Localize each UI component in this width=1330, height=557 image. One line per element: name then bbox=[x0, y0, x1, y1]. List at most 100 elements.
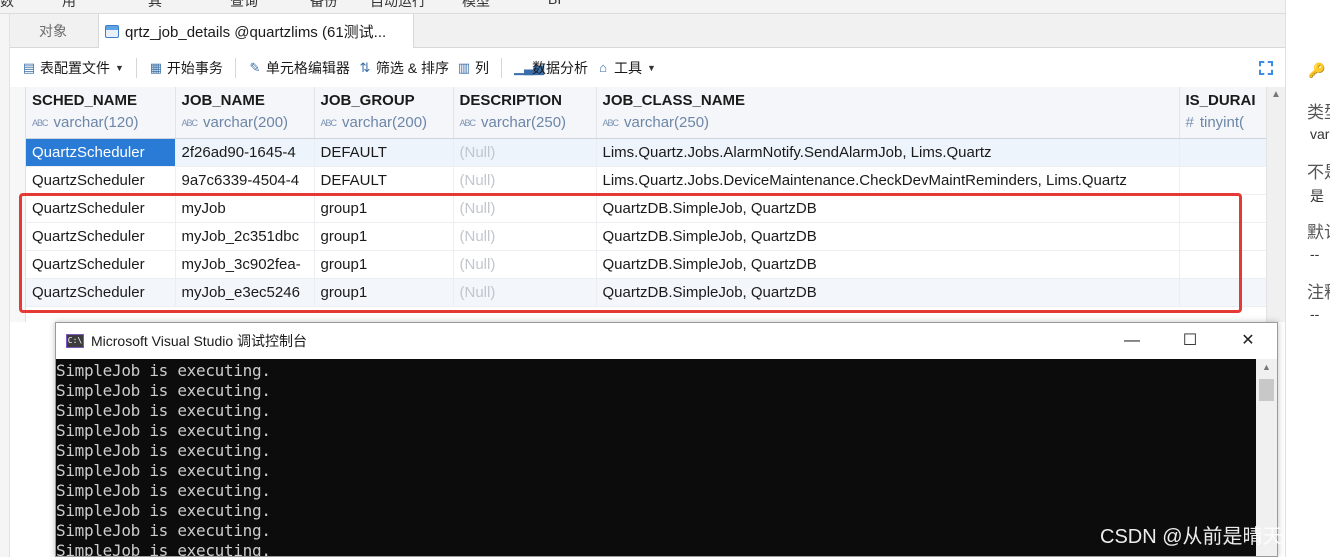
table-cell[interactable]: 2f26ad90-1645-4 bbox=[175, 138, 315, 167]
console-app-icon: C:\ bbox=[66, 334, 84, 348]
type-label: 类型 bbox=[1307, 103, 1330, 122]
menu-item[interactable]: 模型 bbox=[462, 0, 490, 11]
table-cell[interactable]: QuartzScheduler bbox=[26, 278, 176, 307]
menu-item[interactable]: 自动运行 bbox=[370, 0, 426, 11]
table-cell[interactable]: 9a7c6339-4504-4 bbox=[175, 166, 315, 195]
column-header-job-group[interactable]: JOB_GROUP ABC varchar(200) bbox=[314, 87, 454, 139]
text-type-icon: ABC bbox=[602, 118, 619, 128]
menu-item[interactable]: 其 bbox=[148, 0, 162, 11]
table-cell[interactable] bbox=[1179, 250, 1267, 279]
console-titlebar[interactable]: C:\ Microsoft Visual Studio 调试控制台 — ☐ ✕ bbox=[56, 323, 1277, 359]
not-null-label: 不是 bbox=[1307, 163, 1330, 182]
scrollbar-thumb[interactable] bbox=[1259, 379, 1274, 401]
tab-table-data[interactable]: qrtz_job_details @quartzlims (61测试... bbox=[98, 14, 414, 48]
table-cell[interactable]: Lims.Quartz.Jobs.AlarmNotify.SendAlarmJo… bbox=[596, 138, 1180, 167]
cell-editor-label: 单元格编辑器 bbox=[265, 60, 350, 76]
table-cell[interactable]: QuartzScheduler bbox=[26, 138, 176, 167]
scroll-up-arrow-icon[interactable]: ▲ bbox=[1271, 89, 1281, 100]
begin-transaction-button[interactable]: ▦ 开始事务 bbox=[145, 55, 227, 81]
table-cell[interactable]: QuartzDB.SimpleJob, QuartzDB bbox=[596, 222, 1180, 251]
menu-item[interactable]: 备份 bbox=[310, 0, 338, 11]
chevron-down-icon: ▼ bbox=[647, 63, 656, 73]
scroll-up-arrow-icon[interactable]: ▲ bbox=[1262, 362, 1271, 372]
expand-icon[interactable] bbox=[1259, 61, 1273, 75]
menu-item[interactable]: 数 bbox=[0, 0, 14, 11]
table-cell[interactable]: myJob bbox=[175, 194, 315, 223]
comment-label: 注释 bbox=[1307, 283, 1330, 302]
table-cell[interactable]: (Null) bbox=[453, 194, 597, 223]
grid-vertical-scrollbar[interactable]: ▲ bbox=[1266, 87, 1285, 322]
tab-bar: 对象 qrtz_job_details @quartzlims (61测试... bbox=[10, 14, 1285, 48]
data-analysis-button[interactable]: ▁▃▅ 数据分析 bbox=[510, 55, 592, 81]
toolbar-divider bbox=[501, 58, 503, 78]
column-header-job-name[interactable]: JOB_NAME ABC varchar(200) bbox=[175, 87, 315, 139]
minimize-button[interactable]: — bbox=[1103, 323, 1161, 359]
table-cell[interactable]: QuartzScheduler bbox=[26, 194, 176, 223]
console-line: SimpleJob is executing. bbox=[56, 461, 271, 480]
menu-item[interactable]: 查询 bbox=[230, 0, 258, 11]
column-name: DESCRIPTION bbox=[459, 92, 563, 109]
table-config-icon: ▤ bbox=[22, 60, 36, 75]
column-name: JOB_GROUP bbox=[320, 92, 415, 109]
not-null-value: 是 bbox=[1310, 188, 1324, 204]
table-cell[interactable]: Lims.Quartz.Jobs.DeviceMaintenance.Check… bbox=[596, 166, 1180, 195]
table-row[interactable]: QuartzScheduler myJob group1 (Null) Quar… bbox=[26, 194, 1267, 223]
edit-icon: ✎ bbox=[249, 60, 261, 75]
table-cell[interactable]: QuartzDB.SimpleJob, QuartzDB bbox=[596, 278, 1180, 307]
column-header-is-durable[interactable]: IS_DURAI # tinyint( bbox=[1179, 87, 1267, 139]
maximize-button[interactable]: ☐ bbox=[1161, 323, 1219, 359]
table-row[interactable]: QuartzScheduler myJob_2c351dbc group1 (N… bbox=[26, 222, 1267, 251]
filter-sort-button[interactable]: ⇅ 筛选 & 排序 bbox=[354, 55, 453, 81]
table-cell[interactable]: group1 bbox=[314, 278, 454, 307]
table-row[interactable]: QuartzScheduler 9a7c6339-4504-4 DEFAULT … bbox=[26, 166, 1267, 195]
close-button[interactable]: ✕ bbox=[1219, 323, 1277, 359]
columns-button[interactable]: ▥ 列 bbox=[453, 55, 493, 81]
column-type-label: varchar(200) bbox=[203, 114, 289, 131]
console-line: SimpleJob is executing. bbox=[56, 421, 271, 440]
table-cell[interactable]: QuartzScheduler bbox=[26, 166, 176, 195]
table-cell[interactable]: QuartzScheduler bbox=[26, 250, 176, 279]
column-header-description[interactable]: DESCRIPTION ABC varchar(250) bbox=[453, 87, 597, 139]
table-cell[interactable]: QuartzDB.SimpleJob, QuartzDB bbox=[596, 250, 1180, 279]
table-cell[interactable]: group1 bbox=[314, 194, 454, 223]
table-cell[interactable] bbox=[1179, 278, 1267, 307]
menu-item[interactable]: 用 bbox=[62, 0, 76, 11]
table-cell[interactable]: (Null) bbox=[453, 278, 597, 307]
cell-editor-button[interactable]: ✎ 单元格编辑器 bbox=[244, 55, 354, 81]
table-cell[interactable]: DEFAULT bbox=[314, 138, 454, 167]
table-row[interactable]: QuartzScheduler myJob_3c902fea- group1 (… bbox=[26, 250, 1267, 279]
default-label: 默认 bbox=[1307, 223, 1330, 242]
table-cell[interactable] bbox=[1179, 166, 1267, 195]
column-header-job-class-name[interactable]: JOB_CLASS_NAME ABC varchar(250) bbox=[596, 87, 1180, 139]
table-cell[interactable] bbox=[1179, 194, 1267, 223]
table-cell[interactable]: QuartzScheduler bbox=[26, 222, 176, 251]
table-cell[interactable]: myJob_3c902fea- bbox=[175, 250, 315, 279]
table-cell[interactable]: (Null) bbox=[453, 138, 597, 167]
menu-item[interactable]: BI bbox=[548, 0, 561, 7]
column-header-sched-name[interactable]: SCHED_NAME ABC varchar(120) bbox=[26, 87, 176, 139]
table-row[interactable]: QuartzScheduler myJob_e3ec5246 group1 (N… bbox=[26, 278, 1267, 307]
table-cell[interactable] bbox=[1179, 138, 1267, 167]
tools-button[interactable]: ⌂ 工具 ▼ bbox=[592, 55, 660, 81]
text-type-icon: ABC bbox=[320, 118, 337, 128]
bar-chart-icon: ▁▃▅ bbox=[514, 60, 545, 75]
table-cell[interactable]: (Null) bbox=[453, 250, 597, 279]
table-cell[interactable] bbox=[1179, 222, 1267, 251]
table-cell[interactable]: group1 bbox=[314, 250, 454, 279]
table-cell[interactable]: myJob_e3ec5246 bbox=[175, 278, 315, 307]
table-row[interactable]: QuartzScheduler 2f26ad90-1645-4 DEFAULT … bbox=[26, 138, 1267, 167]
table-cell[interactable]: (Null) bbox=[453, 222, 597, 251]
toolbar: ▤ 表配置文件 ▼ ▦ 开始事务 ✎ 单元格编辑器 ⇅ 筛选 & 排序 ▥ 列 … bbox=[10, 49, 1285, 87]
columns-icon: ▥ bbox=[457, 60, 471, 75]
table-icon bbox=[105, 24, 119, 38]
table-cell[interactable]: myJob_2c351dbc bbox=[175, 222, 315, 251]
type-value: var bbox=[1310, 126, 1330, 142]
table-config-button[interactable]: ▤ 表配置文件 ▼ bbox=[18, 55, 128, 81]
table-cell[interactable]: group1 bbox=[314, 222, 454, 251]
table-cell[interactable]: (Null) bbox=[453, 166, 597, 195]
column-name: JOB_NAME bbox=[181, 92, 265, 109]
table-cell[interactable]: QuartzDB.SimpleJob, QuartzDB bbox=[596, 194, 1180, 223]
console-output[interactable]: SimpleJob is executing. SimpleJob is exe… bbox=[56, 359, 1256, 556]
tab-objects[interactable]: 对象 bbox=[10, 14, 96, 48]
table-cell[interactable]: DEFAULT bbox=[314, 166, 454, 195]
